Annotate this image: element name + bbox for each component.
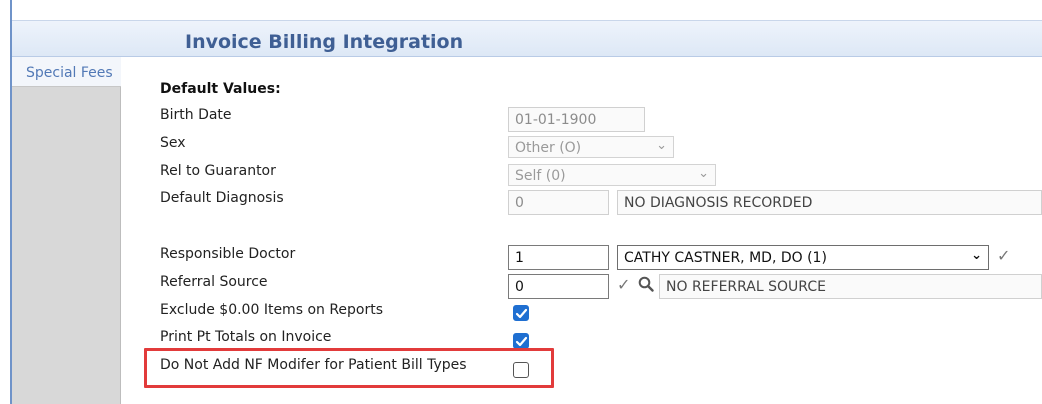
section-title: Default Values:: [160, 81, 281, 97]
exclude-zero-items-checkbox[interactable]: [513, 305, 529, 321]
top-bar: [0, 0, 1042, 20]
referral-source-code-field[interactable]: 0: [508, 274, 609, 299]
chevron-down-icon: ⌄: [656, 138, 667, 153]
referral-source-label: Referral Source: [160, 274, 268, 290]
print-pt-totals-checkbox[interactable]: [513, 333, 529, 349]
responsible-doctor-code-field[interactable]: 1: [508, 245, 609, 270]
rel-to-guarantor-select-value: Self (0): [515, 168, 566, 184]
print-pt-totals-label: Print Pt Totals on Invoice: [160, 329, 332, 345]
sex-select[interactable]: Other (O) ⌄: [508, 136, 674, 158]
responsible-doctor-select[interactable]: CATHY CASTNER, MD, DO (1) ⌄: [617, 245, 989, 270]
rel-to-guarantor-label: Rel to Guarantor: [160, 163, 276, 179]
search-icon[interactable]: [638, 276, 654, 292]
sidebar: Special Fees: [12, 57, 121, 404]
sex-label: Sex: [160, 135, 186, 151]
chevron-down-icon: ⌄: [971, 248, 982, 263]
default-diagnosis-code-field[interactable]: 0: [508, 190, 609, 215]
no-nf-modifier-label: Do Not Add NF Modifer for Patient Bill T…: [160, 357, 467, 373]
check-icon[interactable]: ✓: [997, 248, 1010, 264]
sidebar-item-special-fees[interactable]: Special Fees: [12, 57, 121, 87]
default-diagnosis-description: NO DIAGNOSIS RECORDED: [617, 190, 1042, 215]
birth-date-label: Birth Date: [160, 107, 232, 123]
no-nf-modifier-checkbox[interactable]: [513, 362, 529, 378]
responsible-doctor-label: Responsible Doctor: [160, 246, 296, 262]
birth-date-field[interactable]: 01-01-1900: [508, 107, 645, 132]
sex-select-value: Other (O): [515, 140, 582, 156]
rel-to-guarantor-select[interactable]: Self (0) ⌄: [508, 164, 716, 186]
default-diagnosis-label: Default Diagnosis: [160, 190, 284, 206]
page-title: Invoice Billing Integration: [185, 31, 464, 53]
chevron-down-icon: ⌄: [698, 166, 709, 181]
responsible-doctor-select-value: CATHY CASTNER, MD, DO (1): [624, 250, 827, 266]
referral-source-description: NO REFERRAL SOURCE: [659, 274, 1042, 299]
check-icon[interactable]: ✓: [617, 277, 630, 293]
exclude-zero-items-label: Exclude $0.00 Items on Reports: [160, 302, 384, 318]
main-content: Default Values: Birth Date 01-01-1900 Se…: [122, 57, 1042, 404]
page-header: Invoice Billing Integration: [12, 20, 1042, 57]
